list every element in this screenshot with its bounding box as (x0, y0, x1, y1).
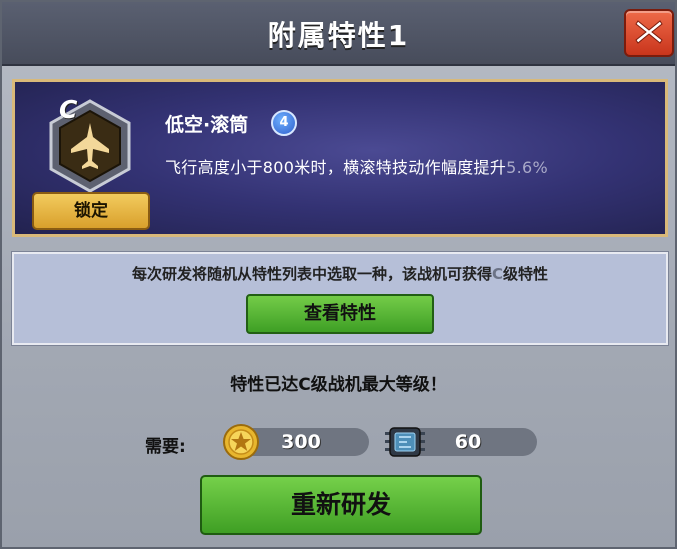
view-traits-button[interactable]: 查看特性 (246, 294, 434, 334)
info-text-after: 级特性 (503, 265, 549, 283)
trait-level-badge: 4 (271, 110, 297, 136)
trait-description-text: 飞行高度小于800米时，横滚特技动作幅度提升 (165, 158, 507, 177)
info-text-before: 每次研发将随机从特性列表中选取一种，该战机可获得 (131, 265, 492, 283)
gold-coin-star-icon (223, 424, 259, 460)
trait-bonus-percent: 5.6% (506, 158, 548, 177)
close-button[interactable] (624, 9, 674, 57)
info-text-grade: C (491, 265, 503, 283)
current-trait-panel: C 锁定 低空·滚筒 4 飞行高度小于800米时，横滚特技动作幅度提升5.6% (12, 79, 668, 237)
microchip-icon (385, 427, 425, 457)
redevelop-button[interactable]: 重新研发 (200, 475, 482, 535)
research-info-panel: 每次研发将随机从特性列表中选取一种，该战机可获得C级特性 查看特性 (11, 251, 669, 346)
close-icon (635, 20, 663, 44)
trait-grade-label: C (59, 95, 78, 124)
cost-label: 需要: (145, 437, 186, 457)
trait-dialog: 附属特性1 C 锁定 低空·滚筒 4 飞行高度小于800米时，横滚特技动作幅度提… (0, 0, 677, 549)
trait-name: 低空·滚筒 (165, 114, 249, 136)
research-info-text: 每次研发将随机从特性列表中选取一种，该战机可获得C级特性 (14, 263, 666, 284)
max-level-message: 特性已达C级战机最大等级！ (230, 375, 447, 395)
trait-description: 飞行高度小于800米时，横滚特技动作幅度提升5.6% (165, 154, 548, 178)
lock-button[interactable]: 锁定 (32, 192, 150, 230)
title-bar: 附属特性1 (2, 2, 675, 66)
dialog-title: 附属特性1 (267, 19, 410, 52)
